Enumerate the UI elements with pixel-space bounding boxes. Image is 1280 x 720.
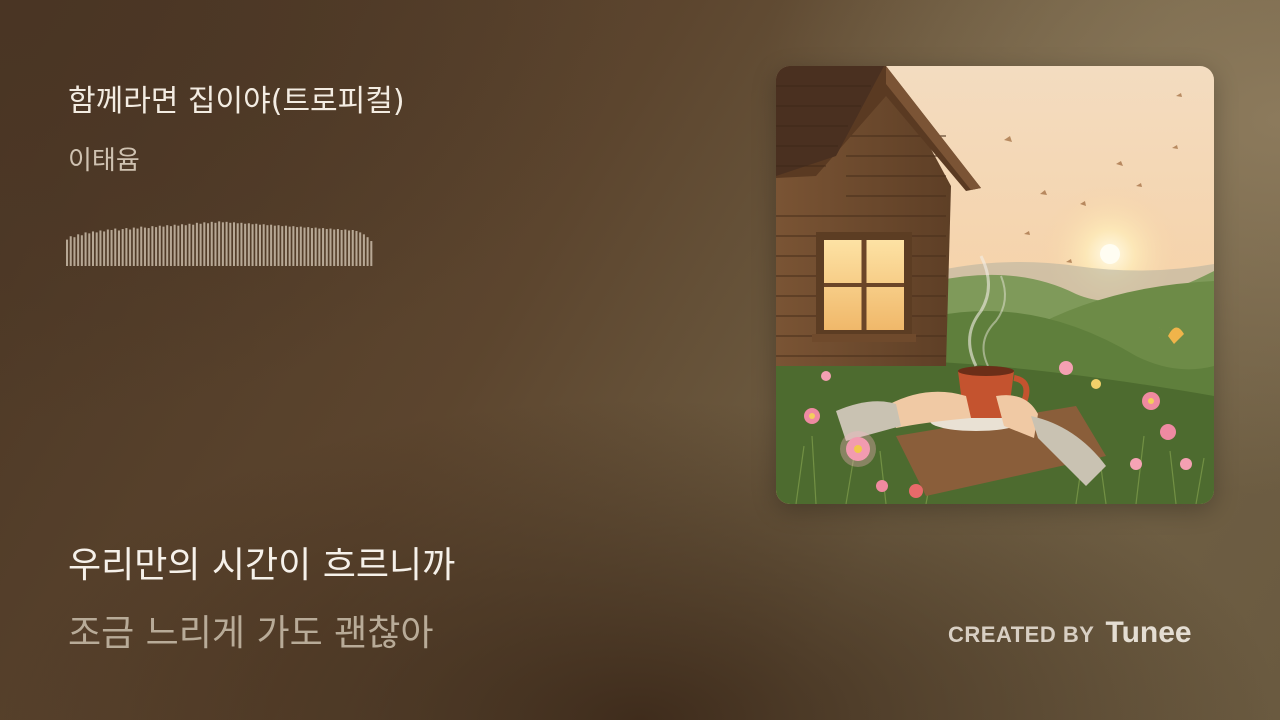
waveform-bar [318,228,321,266]
waveform-bar [251,224,254,266]
waveform-bar [125,228,128,266]
waveform-bar [88,233,91,266]
waveform-bar [140,226,143,266]
waveform-bar [258,224,261,266]
waveform-bar [192,224,195,266]
waveform-bar [221,222,224,266]
waveform-bar [169,226,172,266]
created-by-credit: CREATED BY Tunee [948,616,1192,650]
waveform-bar [322,228,325,266]
album-cover [776,66,1214,504]
waveform-bar [66,239,69,266]
waveform-bar [188,223,191,266]
waveform-bar [136,228,139,266]
waveform-bar [177,225,180,266]
waveform-bar [292,226,295,266]
waveform-bar [199,223,202,266]
brand-logo-text: Tunee [1105,616,1192,649]
waveform-bar [80,235,83,266]
waveform-bar [314,227,317,266]
waveform-bar [114,228,117,266]
waveform-bar [303,227,306,266]
waveform-bar [348,230,351,266]
waveform-bar [214,222,217,266]
waveform-bar [203,222,206,266]
waveform-bar [84,232,87,266]
waveform-bar [355,230,358,266]
waveform-bar [173,224,176,266]
waveform-bar [162,226,165,266]
waveform-bar [307,227,310,266]
waveform-bar [99,230,102,266]
waveform-bar [329,228,332,266]
waveform-bar [117,230,120,266]
waveform-bar [310,228,313,266]
waveform-bar [325,229,328,266]
waveform-bar [225,221,228,266]
waveform-bar [195,222,198,266]
audio-waveform [66,221,373,266]
waveform-bar [296,227,299,266]
waveform-bar [262,224,265,266]
waveform-bar [132,227,135,266]
created-by-label: CREATED BY [948,622,1095,647]
waveform-bar [77,234,80,266]
waveform-bar [184,225,187,266]
waveform-bar [336,229,339,266]
waveform-bar [340,230,343,266]
waveform-bar [281,226,284,266]
waveform-bar [362,234,365,266]
waveform-bar [247,223,250,266]
waveform-bar [236,223,239,266]
artist-name: 이태윰 [68,146,140,176]
waveform-bar [232,222,236,266]
waveform-bar [266,225,269,266]
waveform-bar [273,225,276,266]
waveform-bar [366,237,369,266]
waveform-bar [229,222,232,266]
song-title: 함께라면 집이야(트로피컬) [68,84,405,119]
waveform-bar [106,229,109,266]
waveform-bar [288,226,291,266]
waveform-bar [129,229,132,266]
waveform-bar [344,229,347,266]
lyric-current-line: 우리만의 시간이 흐르니까 [68,545,456,586]
waveform-bar [370,241,373,266]
waveform-bar [277,225,280,266]
waveform-bar [155,227,158,266]
waveform-bar [143,227,146,266]
waveform-bar [103,231,106,266]
cottage-sunset-artwork-icon [776,66,1214,504]
waveform-bar [121,229,124,266]
waveform-bar [218,221,221,266]
waveform-bar [240,222,243,266]
waveform-bar [359,232,362,266]
lyric-next-line: 조금 느리게 가도 괜찮아 [68,613,434,654]
waveform-bar [210,221,213,266]
waveform-bar [255,223,258,266]
waveform-bar [333,229,336,266]
waveform-bar [166,225,169,266]
waveform-bar [73,237,76,266]
waveform-bar [207,223,210,266]
waveform-bar [91,231,95,266]
waveform-bar [270,224,273,266]
waveform-bar [158,225,161,266]
waveform-bar [110,230,113,266]
waveform-bar [151,226,154,266]
waveform-bar [147,228,150,266]
waveform-bar [284,225,287,266]
waveform-bar [69,236,72,266]
waveform-bar [95,232,98,266]
waveform-bar [299,226,302,266]
waveform-bar [351,230,354,266]
waveform-bar [181,224,184,266]
waveform-bar [244,223,247,266]
